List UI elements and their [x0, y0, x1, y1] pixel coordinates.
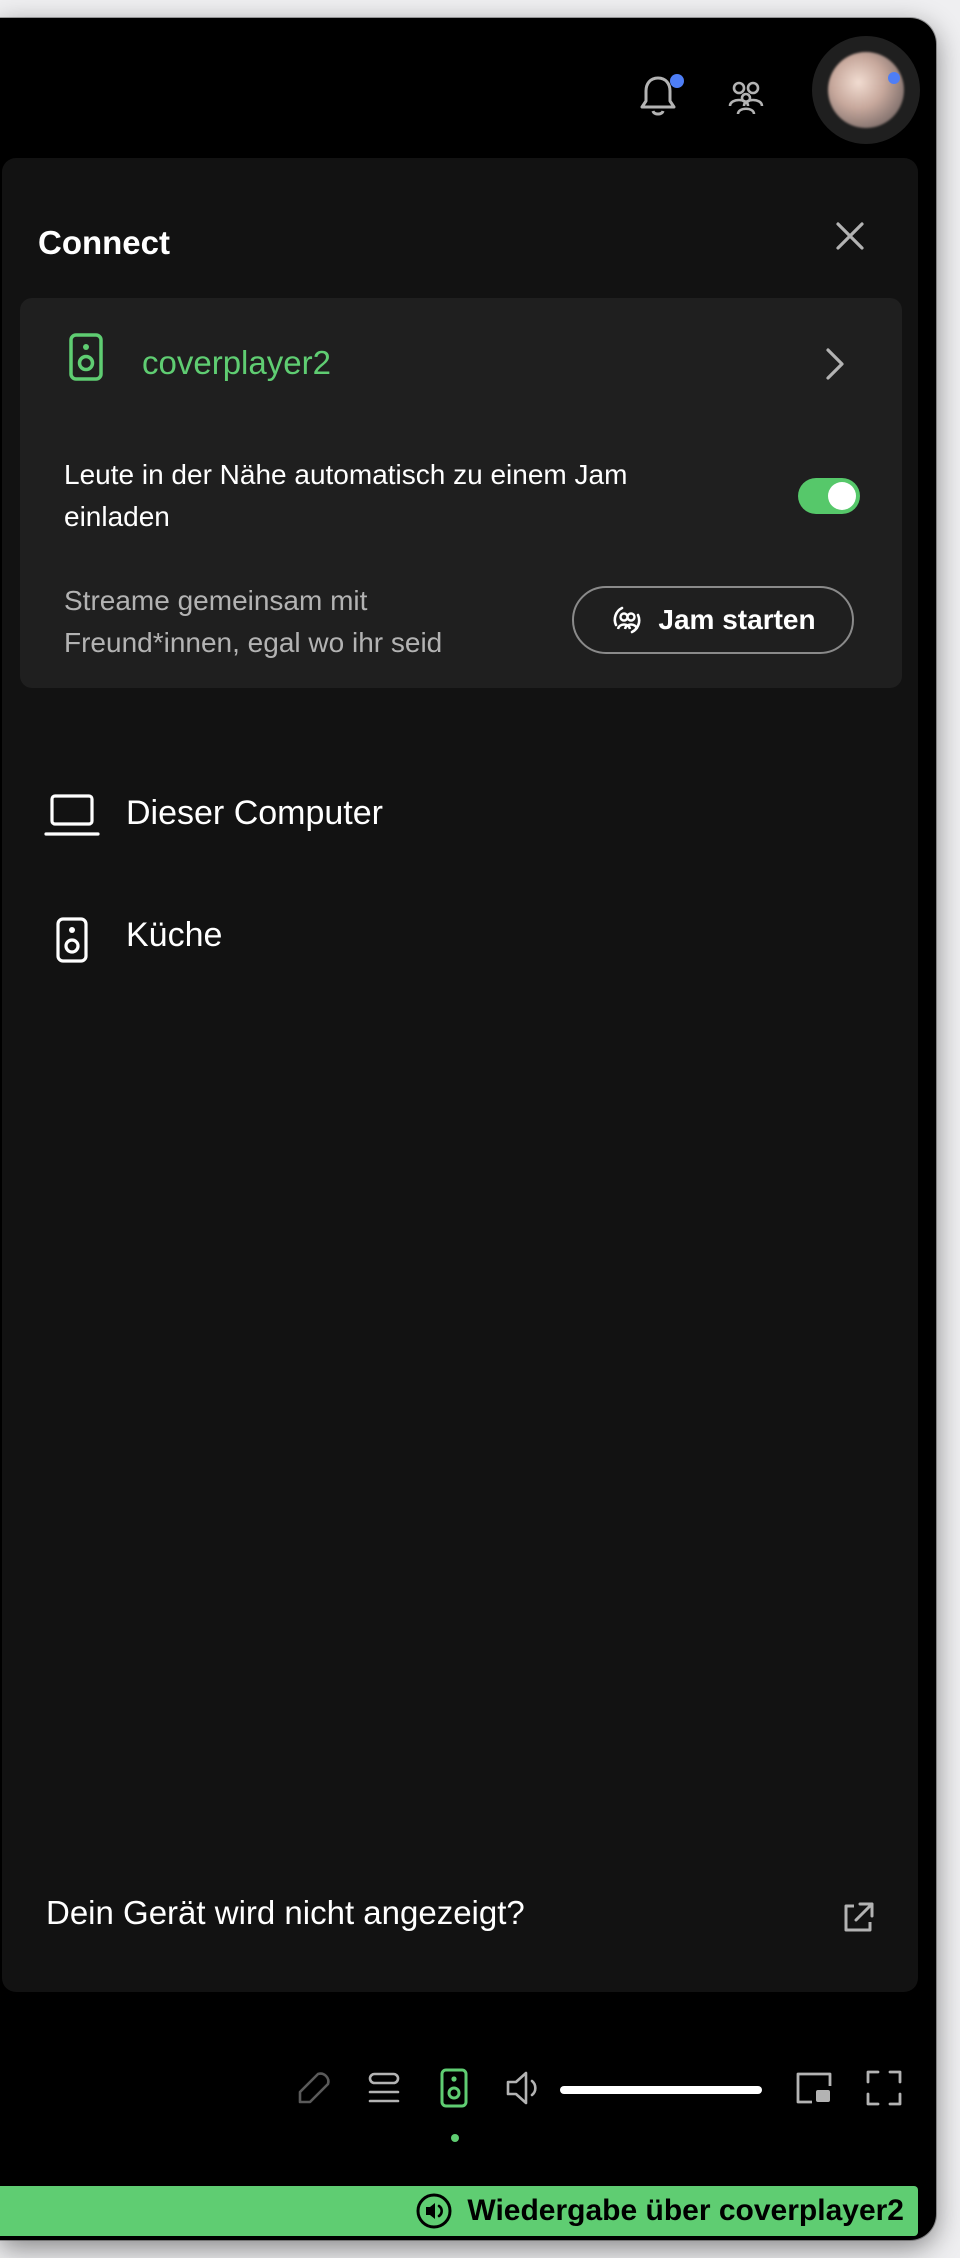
device-name: Küche	[126, 916, 223, 954]
active-indicator-dot	[451, 2134, 459, 2142]
top-bar	[0, 18, 936, 158]
active-device-card: coverplayer2 Leute in der Nähe automatis…	[20, 298, 902, 688]
auto-invite-label: Leute in der Nähe automatisch zu einem J…	[64, 459, 628, 532]
device-item-computer[interactable]: Dieser Computer	[2, 768, 918, 864]
start-jam-button[interactable]: Jam starten	[572, 586, 854, 654]
app-window: Connect coverplayer2 Leute in der Nähe a…	[0, 18, 936, 2240]
banner-text: Wiedergabe über coverplayer2	[467, 2194, 904, 2227]
start-jam-label: Jam starten	[658, 604, 816, 635]
profile-button[interactable]	[812, 36, 920, 144]
device-not-shown-link[interactable]: Dein Gerät wird nicht angezeigt?	[46, 1894, 525, 1932]
playing-on-device-icon	[416, 2193, 452, 2229]
profile-notification-dot	[888, 72, 900, 84]
speaker-icon	[56, 917, 88, 963]
mini-player-icon[interactable]	[794, 2068, 834, 2108]
jam-description: Streame gemeinsam mit Freund*innen, egal…	[64, 585, 443, 658]
laptop-icon	[44, 794, 100, 836]
playback-banner[interactable]: Wiedergabe über coverplayer2	[0, 2186, 918, 2236]
friends-icon	[728, 81, 764, 115]
device-name: Dieser Computer	[126, 794, 383, 832]
active-device-row[interactable]: coverplayer2	[20, 298, 902, 428]
speaker-icon	[69, 333, 103, 381]
active-device-name: coverplayer2	[142, 344, 331, 381]
avatar	[828, 52, 904, 128]
toggle-knob	[828, 482, 856, 510]
jam-icon	[613, 606, 641, 634]
connect-device-icon[interactable]	[434, 2068, 474, 2108]
volume-icon[interactable]	[504, 2068, 544, 2108]
notification-dot	[670, 74, 684, 88]
notifications-button[interactable]	[630, 68, 686, 124]
external-link-icon[interactable]	[840, 1900, 876, 1936]
auto-invite-toggle[interactable]	[798, 478, 860, 514]
banner-content: Wiedergabe über coverplayer2	[415, 2186, 904, 2236]
connect-panel: Connect coverplayer2 Leute in der Nähe a…	[2, 158, 918, 1992]
device-item-kueche[interactable]: Küche	[2, 890, 918, 986]
queue-icon[interactable]	[364, 2068, 404, 2108]
close-button[interactable]	[824, 210, 876, 262]
lyrics-mic-icon[interactable]	[294, 2068, 334, 2108]
fullscreen-icon[interactable]	[864, 2068, 904, 2108]
close-icon	[836, 222, 864, 250]
chevron-right-icon	[826, 348, 844, 380]
volume-slider[interactable]	[560, 2086, 762, 2094]
friend-activity-button[interactable]	[718, 68, 774, 124]
panel-title: Connect	[38, 224, 170, 261]
